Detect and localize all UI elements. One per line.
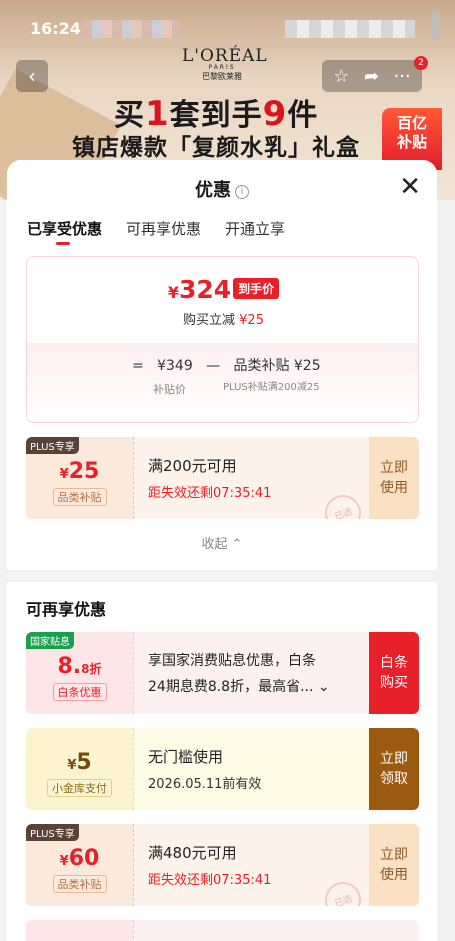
coupon-condition: 满480元可用 [148, 844, 237, 862]
section-title: 可再享优惠 [26, 600, 107, 619]
coupon-value-area: 国家贴息 8.8折 白条优惠 [26, 632, 133, 714]
coupon-value-area [26, 920, 133, 941]
coupon-type-pill: 白条优惠 [52, 682, 107, 701]
info-icon[interactable]: i [235, 185, 249, 199]
share-icon[interactable]: ➦ [364, 66, 379, 87]
coupon-card: ¥5 小金库支付 无门槛使用 2026.05.11前有效 立即 领取 [26, 728, 419, 810]
formula-item: 品类补贴 ¥25 [233, 358, 321, 374]
coupon-corner-tag: 国家贴息 [26, 632, 74, 649]
coupon-info: 享国家消费贴息优惠，白条 24期息费8.8折，最高省... ⌄ [133, 632, 369, 714]
brand-cn: 巴黎欧莱雅 [202, 72, 242, 81]
baitiao-buy-button[interactable]: 白条 购买 [369, 632, 419, 714]
coupon-info [133, 920, 369, 941]
coupon-card: PLUS专享 ¥60 品类补贴 满480元可用 距失效还剩07:35:41 已选… [26, 824, 419, 906]
notification-badge: 2 [414, 56, 428, 70]
coupon-condition: 满200元可用 [148, 457, 237, 475]
coupon-action-area [369, 920, 419, 941]
claim-coupon-button[interactable]: 立即 领取 [369, 728, 419, 810]
close-button[interactable]: ✕ [399, 174, 421, 200]
coupon-value-area: PLUS专享 ¥60 品类补贴 [26, 824, 133, 906]
instant-discount-label: 购买立减 [183, 313, 236, 328]
coupon-card: PLUS专享 ¥25 品类补贴 满200元可用 距失效还剩07:35:41 已选… [26, 437, 419, 519]
brand-logo: L'ORÉAL PARIS 巴黎欧莱雅 [182, 46, 268, 82]
coupon-amount: 25 [68, 458, 100, 484]
sheet-title: 优惠 i [7, 176, 437, 202]
coupon-condition: 无门槛使用 [148, 748, 224, 766]
coupon-corner-tag: PLUS专享 [26, 824, 79, 841]
tab-bar: 已享受优惠 可再享优惠 开通立享 [27, 218, 285, 245]
coupon-value: ¥25 [60, 459, 100, 484]
use-coupon-button[interactable]: 立即 使用 [369, 824, 419, 906]
use-coupon-button[interactable]: 立即 使用 [369, 437, 419, 519]
final-price-amount: 324 [178, 275, 232, 304]
subsidy-tag-line2: 补贴 [396, 133, 427, 151]
chevron-left-icon: ‹ [28, 64, 36, 88]
coupon-info: 满480元可用 距失效还剩07:35:41 已选 [133, 824, 369, 906]
coupon-expiry: 2026.05.11前有效 [148, 777, 262, 792]
brand-name: L'ORÉAL [182, 46, 268, 66]
coupon-amount: 8. [57, 653, 82, 679]
coupon-currency: ¥ [67, 757, 77, 773]
coupon-suffix: 8折 [81, 661, 102, 676]
coupon-description: 享国家消费贴息优惠，白条 [148, 653, 316, 669]
back-button[interactable]: ‹ [16, 60, 48, 92]
formula-sub-label: 补贴价 [153, 383, 186, 396]
formula-minus: — [206, 358, 221, 374]
coupon-type-pill: 小金库支付 [47, 778, 112, 797]
more-icon[interactable]: ··· [394, 66, 411, 87]
tab-more-offers[interactable]: 可再享优惠 [126, 218, 201, 239]
status-time: 16:24 [30, 19, 81, 38]
coupon-card-partial [26, 920, 419, 941]
coupon-info: 无门槛使用 2026.05.11前有效 [133, 728, 369, 810]
status-blurred-area [82, 20, 180, 38]
coupon-description-more[interactable]: 24期息费8.8折，最高省... ⌄ [148, 676, 369, 696]
coupon-value: ¥60 [60, 846, 100, 871]
formula-subsidy-price: ¥349 [157, 358, 193, 374]
scroll-indicator [432, 12, 440, 40]
more-offers-section: 可再享优惠 国家贴息 8.8折 白条优惠 享国家消费贴息优惠，白条 24期息费8… [7, 582, 437, 941]
coupon-info: 满200元可用 距失效还剩07:35:41 已选 [133, 437, 369, 519]
formula-equals: = [132, 358, 144, 374]
top-actions: ☆ ➦ ··· 2 [322, 56, 428, 92]
coupon-value: ¥5 [67, 750, 91, 775]
coupon-value-area: ¥5 小金库支付 [26, 728, 133, 810]
subsidy-tag-line1: 百亿 [396, 114, 427, 132]
coupon-corner-tag: PLUS专享 [26, 437, 79, 454]
coupon-amount: 60 [68, 845, 100, 871]
currency-symbol: ¥ [167, 283, 179, 302]
instant-discount: 购买立减 ¥25 [27, 309, 418, 328]
coupon-currency: ¥ [59, 466, 69, 482]
close-icon: ✕ [399, 172, 421, 202]
star-icon[interactable]: ☆ [333, 66, 349, 87]
applied-section: 优惠 i ✕ 已享受优惠 可再享优惠 开通立享 ¥324 到手价 购买立减 ¥25 … [7, 160, 437, 570]
tab-activate[interactable]: 开通立享 [225, 218, 285, 239]
final-price-tag: 到手价 [233, 278, 280, 299]
collapse-button[interactable]: 收起 ⌃ [7, 533, 437, 552]
discount-sheet: 优惠 i ✕ 已享受优惠 可再享优惠 开通立享 ¥324 到手价 购买立减 ¥25 … [7, 160, 437, 941]
promo-subheadline: 镇店爆款「复颜水乳」礼盒 [72, 135, 360, 161]
instant-discount-amount: ¥25 [239, 313, 264, 328]
sheet-title-text: 优惠 [195, 180, 231, 201]
coupon-card: 国家贴息 8.8折 白条优惠 享国家消费贴息优惠，白条 24期息费8.8折，最高… [26, 632, 419, 714]
formula-sub-detail: PLUS补贴满200减25 [223, 382, 320, 393]
coupon-currency: ¥ [59, 853, 69, 869]
tab-applied[interactable]: 已享受优惠 [27, 218, 102, 245]
coupon-amount: 5 [76, 749, 92, 775]
price-formula: = ¥349 — 品类补贴 ¥25 [132, 355, 321, 375]
status-blurred-area-right [285, 20, 415, 38]
final-price: ¥324 到手价 [27, 275, 418, 304]
coupon-type-pill: 品类补贴 [52, 487, 107, 506]
coupon-type-pill: 品类补贴 [52, 874, 107, 893]
price-card: ¥324 到手价 购买立减 ¥25 = ¥349 — 品类补贴 ¥25 补贴价 P… [26, 256, 419, 423]
coupon-value: 8.8折 [57, 654, 101, 679]
coupon-value-area: PLUS专享 ¥25 品类补贴 [26, 437, 133, 519]
